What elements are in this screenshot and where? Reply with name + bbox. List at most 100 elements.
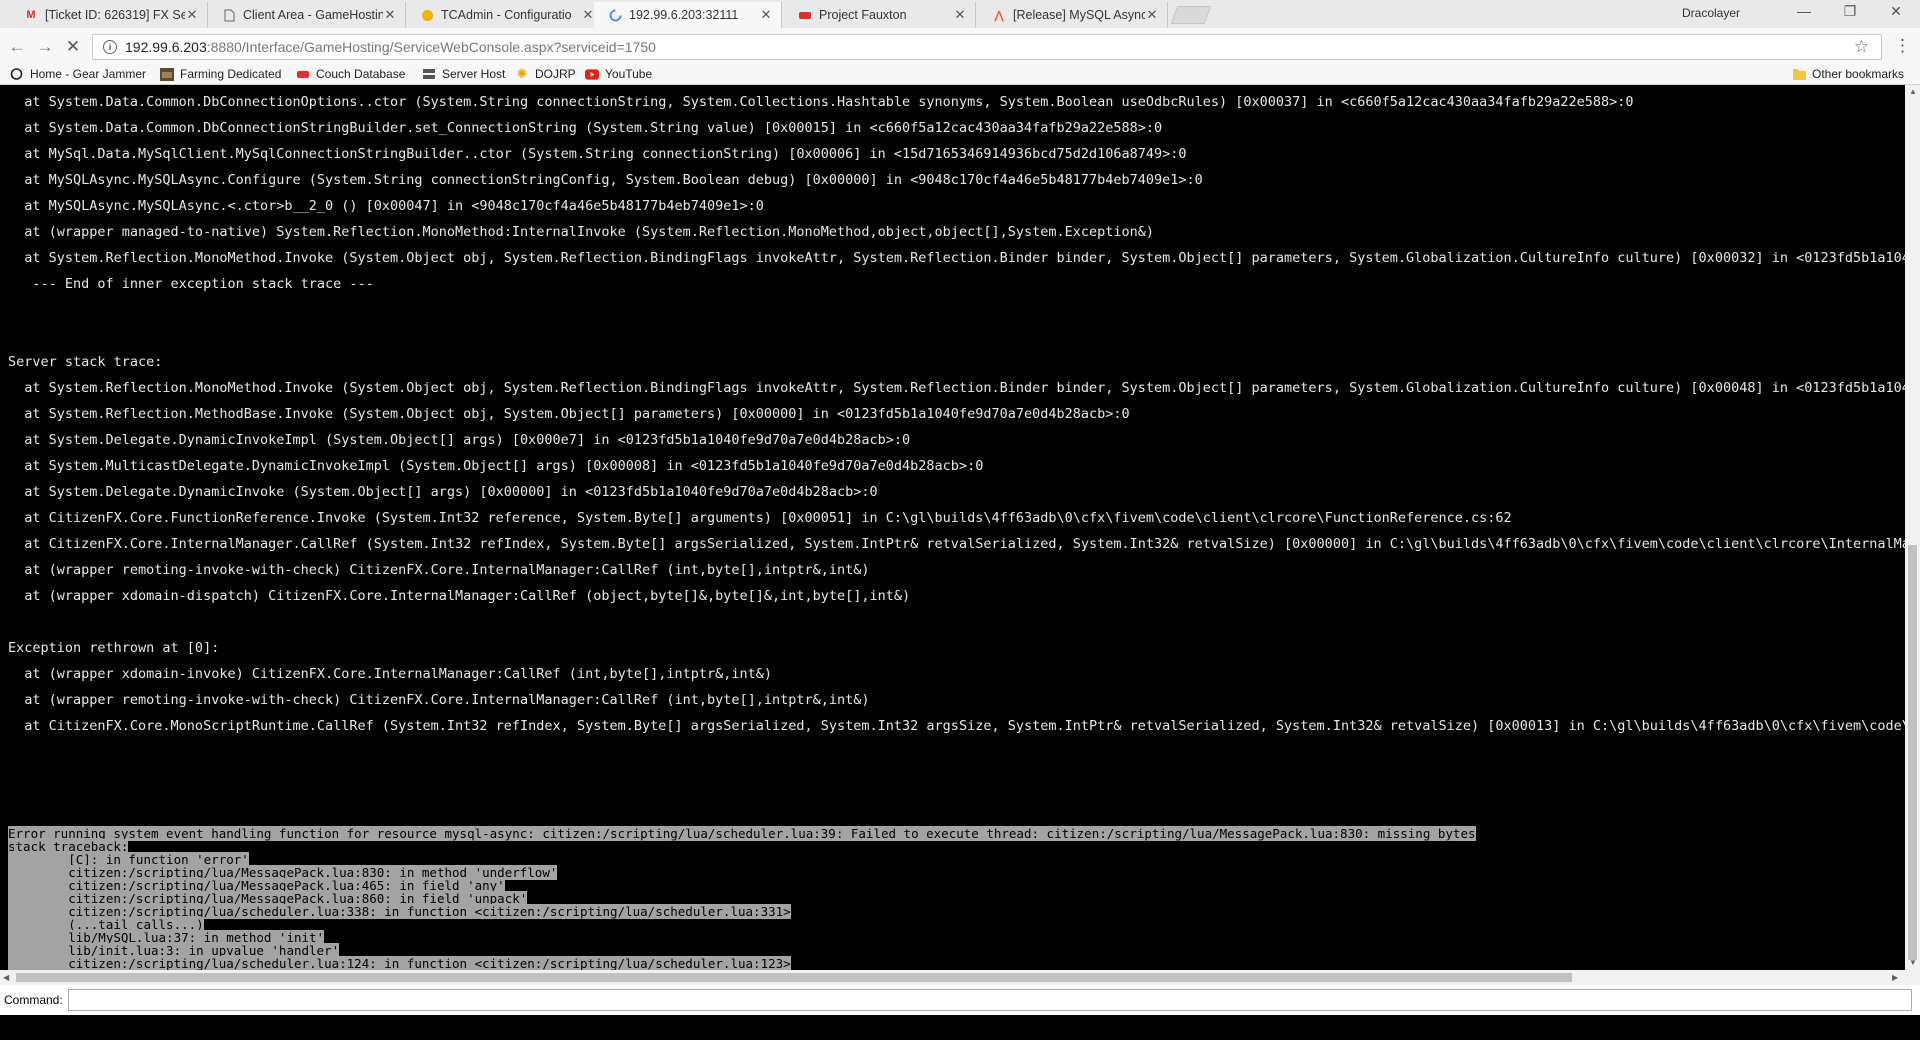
console-line: at System.Reflection.MonoMethod.Invoke (… bbox=[8, 380, 1905, 396]
console-line: at System.Reflection.MonoMethod.Invoke (… bbox=[8, 250, 1905, 266]
server-icon bbox=[422, 68, 436, 81]
couch-icon bbox=[296, 68, 310, 81]
horizontal-scroll-thumb[interactable] bbox=[16, 973, 1572, 982]
command-input[interactable] bbox=[67, 989, 1912, 1011]
console-line: Exception rethrown at [0]: bbox=[8, 640, 228, 656]
console-line: at System.Reflection.MethodBase.Invoke (… bbox=[8, 406, 1130, 422]
tab-strip: M [Ticket ID: 626319] FX Ser ✕ Client Ar… bbox=[0, 0, 1920, 28]
selected-line: Error running system event handling func… bbox=[8, 826, 1476, 841]
address-bar[interactable]: i 192.99.6.203:8880/Interface/GameHostin… bbox=[92, 34, 1882, 60]
bookmark-server-host[interactable]: Server Host bbox=[422, 67, 505, 81]
fivem-icon: ⋀ bbox=[994, 9, 1004, 22]
console-output[interactable]: at System.Data.Common.DbConnectionOption… bbox=[0, 85, 1905, 970]
bookmark-dojrp[interactable]: ✺ DOJRP bbox=[515, 66, 576, 81]
fauxton-icon bbox=[798, 8, 812, 22]
close-icon[interactable]: ✕ bbox=[953, 7, 967, 23]
horizontal-scrollbar[interactable]: ◀ ▶ bbox=[0, 970, 1920, 985]
info-icon[interactable]: i bbox=[103, 40, 117, 54]
bookmark-youtube[interactable]: YouTube bbox=[585, 67, 652, 81]
tab-title: [Release] MySQL Async L bbox=[1013, 8, 1145, 22]
youtube-icon bbox=[585, 68, 599, 81]
console-line: at MySQLAsync.MySQLAsync.Configure (Syst… bbox=[8, 172, 1203, 188]
console-log: at System.Data.Common.DbConnectionOption… bbox=[8, 89, 1905, 739]
tab-title: Project Fauxton bbox=[819, 8, 907, 22]
vertical-scroll-thumb[interactable] bbox=[1908, 545, 1917, 960]
selected-line-text: Error running system event handling func… bbox=[8, 826, 1476, 841]
tab-mysql-async-release[interactable]: ⋀ [Release] MySQL Async L ✕ bbox=[978, 2, 1168, 28]
new-tab-button[interactable] bbox=[1170, 6, 1212, 24]
address-path: :8880/Interface/GameHosting/ServiceWebCo… bbox=[206, 39, 656, 55]
close-icon[interactable]: ✕ bbox=[185, 7, 199, 23]
bookmark-label: Farming Dedicated bbox=[180, 67, 282, 81]
tab-title: 192.99.6.203:32111 bbox=[629, 8, 739, 22]
tab-web-console[interactable]: 192.99.6.203:32111 ✕ bbox=[594, 2, 782, 28]
command-label: Command: bbox=[4, 993, 63, 1007]
console-line: at (wrapper remoting-invoke-with-check) … bbox=[8, 692, 870, 708]
bookmark-gear-jammer[interactable]: Home - Gear Jammer bbox=[10, 67, 146, 81]
tab-tcadmin[interactable]: TCAdmin - Configuratio ✕ bbox=[406, 2, 604, 28]
other-bookmarks[interactable]: Other bookmarks bbox=[1792, 67, 1904, 81]
stop-loading-icon[interactable]: ✕ bbox=[62, 36, 84, 58]
tab-title: [Ticket ID: 626319] FX Ser bbox=[45, 8, 185, 22]
console-line: at System.Delegate.DynamicInvoke (System… bbox=[8, 484, 878, 500]
console-line: at System.Data.Common.DbConnectionString… bbox=[8, 120, 1163, 136]
browser-toolbar: ← → ✕ i 192.99.6.203:8880/Interface/Game… bbox=[0, 28, 1920, 65]
scroll-up-icon[interactable]: ▲ bbox=[1909, 87, 1917, 96]
bookmark-label: Couch Database bbox=[316, 67, 406, 81]
bookmark-couch-database[interactable]: Couch Database bbox=[296, 67, 405, 81]
bookmark-label: DOJRP bbox=[535, 67, 576, 81]
command-bar: Command: bbox=[0, 985, 1920, 1015]
restore-icon[interactable]: ❐ bbox=[1830, 3, 1870, 20]
tab-title: TCAdmin - Configuratio bbox=[441, 8, 572, 22]
console-line: at CitizenFX.Core.InternalManager.CallRe… bbox=[8, 536, 1905, 552]
selected-line-text: citizen:/scripting/lua/scheduler.lua:124… bbox=[8, 956, 791, 970]
badge-icon: ✺ bbox=[516, 66, 528, 81]
bookmark-star-icon[interactable]: ☆ bbox=[1854, 37, 1869, 57]
bookmarks-bar: Home - Gear Jammer Farming Dedicated Cou… bbox=[0, 65, 1920, 85]
forward-icon[interactable]: → bbox=[34, 36, 56, 58]
profile-name[interactable]: Dracolayer bbox=[1682, 6, 1740, 20]
scroll-down-icon[interactable]: ▼ bbox=[1909, 958, 1917, 967]
tcadmin-icon bbox=[420, 8, 434, 22]
close-icon[interactable]: ✕ bbox=[581, 7, 595, 23]
bookmark-farming-dedicated[interactable]: Farming Dedicated bbox=[160, 67, 281, 81]
folder-icon bbox=[1792, 68, 1806, 81]
page-icon bbox=[222, 8, 236, 22]
console-line: at MySql.Data.MySqlClient.MySqlConnectio… bbox=[8, 146, 1187, 162]
vertical-scrollbar[interactable]: ▲ ▼ bbox=[1905, 85, 1920, 970]
menu-icon[interactable]: ⋮ bbox=[1894, 36, 1911, 56]
other-bookmarks-label: Other bookmarks bbox=[1812, 67, 1905, 81]
bookmark-label: Home - Gear Jammer bbox=[29, 67, 146, 81]
console-line: at System.MulticastDelegate.DynamicInvok… bbox=[8, 458, 984, 474]
close-icon[interactable]: ✕ bbox=[1145, 7, 1159, 23]
console-line: at (wrapper xdomain-invoke) CitizenFX.Co… bbox=[8, 666, 773, 682]
gmail-icon: M bbox=[26, 9, 36, 21]
close-icon[interactable]: ✕ bbox=[383, 7, 397, 23]
console-line: at CitizenFX.Core.FunctionReference.Invo… bbox=[8, 510, 1512, 526]
tab-ticket[interactable]: M [Ticket ID: 626319] FX Ser ✕ bbox=[10, 2, 208, 28]
console-line: --- End of inner exception stack trace -… bbox=[8, 276, 374, 292]
selected-line: citizen:/scripting/lua/scheduler.lua:124… bbox=[8, 956, 1476, 970]
console-line: at (wrapper xdomain-dispatch) CitizenFX.… bbox=[8, 588, 911, 604]
scroll-right-icon[interactable]: ▶ bbox=[1892, 973, 1898, 982]
tractor-icon bbox=[160, 67, 174, 81]
scroll-left-icon[interactable]: ◀ bbox=[3, 973, 9, 982]
loading-icon bbox=[608, 8, 622, 22]
address-host: 192.99.6.203 bbox=[125, 39, 207, 55]
console-line: at (wrapper managed-to-native) System.Re… bbox=[8, 224, 1155, 240]
close-window-icon[interactable]: ✕ bbox=[1876, 3, 1916, 20]
truck-icon bbox=[10, 68, 24, 81]
close-icon[interactable]: ✕ bbox=[759, 7, 773, 23]
tab-project-fauxton[interactable]: Project Fauxton ✕ bbox=[784, 2, 976, 28]
selected-line: citizen:/scripting/lua/scheduler.lua:338… bbox=[8, 904, 1476, 919]
tab-client-area[interactable]: Client Area - GameHostin ✕ bbox=[208, 2, 406, 28]
minimize-icon[interactable]: — bbox=[1784, 3, 1824, 19]
console-line: at System.Data.Common.DbConnectionOption… bbox=[8, 94, 1634, 110]
console-line: at CitizenFX.Core.MonoScriptRuntime.Call… bbox=[8, 718, 1905, 734]
tab-title: Client Area - GameHostin bbox=[243, 8, 383, 22]
back-icon[interactable]: ← bbox=[6, 36, 28, 58]
console-line: at MySQLAsync.MySQLAsync.<.ctor>b__2_0 (… bbox=[8, 198, 764, 214]
